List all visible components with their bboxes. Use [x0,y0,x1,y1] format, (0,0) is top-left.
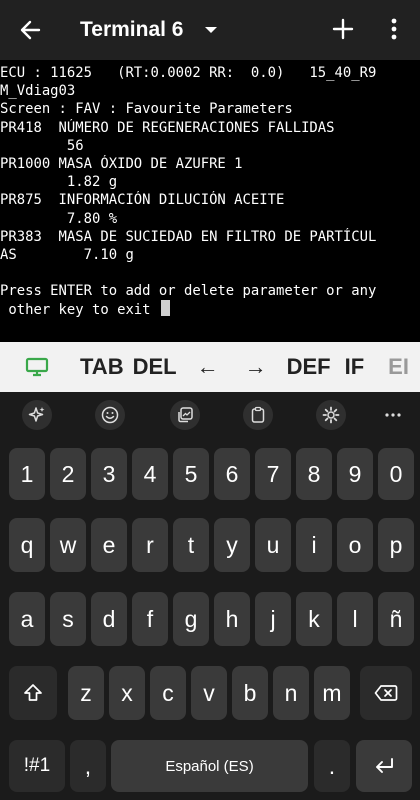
clipboard-icon [251,406,265,423]
def-key[interactable]: DEF [287,354,331,380]
key-o[interactable]: o [337,518,373,572]
more-toolbar-button[interactable] [378,400,408,430]
key-y[interactable]: y [214,518,250,572]
key-n-tilde[interactable]: ñ [378,592,414,646]
shift-key[interactable] [9,666,57,720]
key-7[interactable]: 7 [255,448,291,500]
terminal-output[interactable]: ECU : 11625 (RT:0.0002 RR: 0.0) 15_40_R9… [0,60,420,342]
key-f[interactable]: f [132,592,168,646]
key-e[interactable]: e [91,518,127,572]
terminal-line: PR383 MASA DE SUCIEDAD EN FILTRO DE PART… [0,228,377,245]
right-arrow-key[interactable]: → [245,354,267,380]
page-title[interactable]: Terminal 6 [80,18,183,42]
emoji-icon [101,406,119,424]
terminal-line: 1.82 g [0,174,118,191]
del-key[interactable]: DEL [133,354,177,380]
terminal-line: PR1000 MASA ÓXIDO DE AZUFRE 1 [0,155,243,172]
arrow-back-icon [20,20,41,40]
terminal-line: 56 [0,137,84,154]
settings-button[interactable] [316,400,346,430]
key-6[interactable]: 6 [214,448,250,500]
terminal-line: Screen : FAV : Favourite Parameters [0,101,293,118]
terminal-line: Press ENTER to add or delete parameter o… [0,283,377,300]
key-4[interactable]: 4 [132,448,168,500]
key-1[interactable]: 1 [9,448,45,500]
more-vert-icon [391,18,397,40]
more-horiz-icon [385,413,401,417]
key-m[interactable]: m [314,666,350,720]
if-key[interactable]: IF [345,354,365,380]
key-2[interactable]: 2 [50,448,86,500]
key-i[interactable]: i [296,518,332,572]
soft-keyboard: 1 2 3 4 5 6 7 8 9 0 q w e r t y u i o p … [0,392,420,800]
key-g[interactable]: g [173,592,209,646]
key-a[interactable]: a [9,592,45,646]
key-s[interactable]: s [50,592,86,646]
comma-key[interactable]: , [70,740,106,792]
keyboard-toolbar [0,392,420,436]
keyboard-toggle-button[interactable] [24,354,50,380]
monitor-icon [25,357,49,377]
back-button[interactable] [0,0,60,60]
key-8[interactable]: 8 [296,448,332,500]
extra-key-partial[interactable]: EI [388,354,409,380]
extra-keys-bar: TAB DEL ← → DEF IF EI [0,342,420,392]
overflow-menu-button[interactable] [382,14,406,44]
key-p[interactable]: p [378,518,414,572]
terminal-line: AS 7.10 g [0,246,134,263]
symbols-key[interactable]: !#1 [9,740,65,792]
key-x[interactable]: x [109,666,145,720]
sparkle-icon [28,407,45,422]
terminal-line-text: other key to exit [0,302,159,319]
key-5[interactable]: 5 [173,448,209,500]
key-w[interactable]: w [50,518,86,572]
key-9[interactable]: 9 [337,448,373,500]
key-d[interactable]: d [91,592,127,646]
add-terminal-button[interactable] [328,14,358,44]
terminal-line: PR875 INFORMACIÓN DILUCIÓN ACEITE [0,192,285,209]
left-arrow-key[interactable]: ← [197,354,219,380]
terminal-prompt-line: other key to exit [0,300,420,318]
sticker-icon [178,407,193,423]
tab-key[interactable]: TAB [80,354,124,380]
emoji-button[interactable] [95,400,125,430]
key-l[interactable]: l [337,592,373,646]
key-n[interactable]: n [273,666,309,720]
key-3[interactable]: 3 [91,448,127,500]
clipboard-button[interactable] [243,400,273,430]
gear-icon [322,406,340,424]
key-u[interactable]: u [255,518,291,572]
terminal-cursor [160,300,170,317]
plus-icon [332,18,354,40]
backspace-key[interactable] [360,666,412,720]
backspace-icon [374,685,398,701]
key-h[interactable]: h [214,592,250,646]
terminal-line: 7.80 % [0,210,118,227]
shift-icon [24,684,42,701]
key-q[interactable]: q [9,518,45,572]
key-c[interactable]: c [150,666,186,720]
enter-icon [376,758,393,773]
terminal-line: ECU : 11625 (RT:0.0002 RR: 0.0) 15_40_R9 [0,65,377,81]
key-t[interactable]: t [173,518,209,572]
terminal-line: PR418 NÚMERO DE REGENERACIONES FALLIDAS [0,119,335,136]
app-bar: Terminal 6 [0,0,420,60]
chevron-down-icon[interactable] [205,27,218,33]
ai-tools-button[interactable] [22,400,52,430]
key-k[interactable]: k [296,592,332,646]
space-bar[interactable]: Español (ES) [111,740,308,792]
key-j[interactable]: j [255,592,291,646]
enter-key[interactable] [356,740,412,792]
key-r[interactable]: r [132,518,168,572]
key-v[interactable]: v [191,666,227,720]
terminal-line: M_Vdiag03 [0,83,76,100]
period-key[interactable]: . [314,740,350,792]
key-b[interactable]: b [232,666,268,720]
key-0[interactable]: 0 [378,448,414,500]
key-z[interactable]: z [68,666,104,720]
sticker-button[interactable] [170,400,200,430]
